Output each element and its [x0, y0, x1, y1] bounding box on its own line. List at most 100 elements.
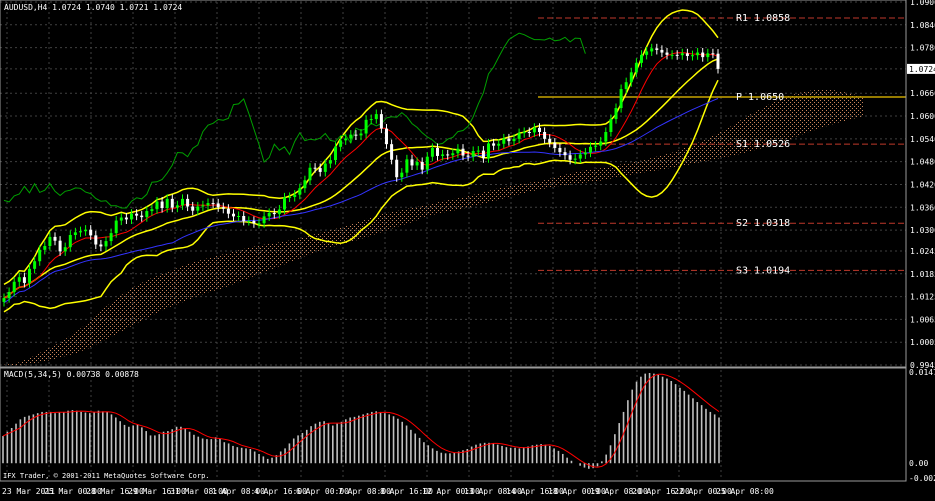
price-tick-label: 1.0245 [910, 247, 935, 256]
price-tick-label: 1.0065 [910, 315, 935, 324]
candle-body [150, 209, 154, 212]
candle-body [328, 160, 332, 164]
macd-tick-label: 0.00 [909, 459, 928, 468]
candle-body [33, 261, 37, 269]
candle-body [451, 153, 455, 156]
candle-body [369, 119, 373, 121]
candle-body [53, 236, 57, 241]
candle-body [538, 127, 541, 132]
candle-body [680, 53, 684, 56]
candle-body [196, 206, 200, 211]
candle-body [58, 240, 62, 252]
candle-body [2, 298, 6, 302]
candle-body [532, 127, 536, 133]
price-tick-label: 1.0005 [910, 338, 935, 347]
candle-body [323, 163, 327, 172]
candle-body [481, 150, 485, 159]
time-axis: 23 Mar 201125 Mar 00:0028 Mar 16:0029 Ma… [2, 487, 774, 496]
candle-body [28, 268, 31, 283]
candle-body [272, 212, 276, 215]
candle-body [364, 119, 368, 134]
candle-body [226, 208, 230, 214]
candle-body [640, 54, 643, 63]
candle-body [298, 188, 302, 195]
price-tick-label: 1.0480 [910, 158, 935, 167]
candle-body [186, 198, 190, 207]
price-tick-label: 1.0420 [910, 180, 935, 189]
candle-body [211, 203, 215, 205]
candle-body [594, 145, 598, 147]
candle-body [395, 159, 399, 178]
candle-body [63, 247, 67, 252]
pivot-label-p: P 1.0650 [736, 92, 784, 103]
candle-body [73, 232, 77, 236]
price-tick-label: 1.0780 [910, 44, 935, 53]
candle-body [543, 131, 547, 139]
candle-body [390, 144, 394, 160]
candle-body [589, 146, 592, 153]
price-tick-label: 1.0900 [910, 0, 935, 7]
candle-body [257, 223, 261, 225]
current-price-label: 1.0724 [909, 65, 935, 74]
candle-body [476, 150, 480, 152]
candle-body [114, 220, 118, 234]
candle-body [99, 244, 103, 247]
candle-body [277, 209, 281, 215]
candle-body [221, 207, 225, 209]
candle-body [578, 154, 582, 159]
candle-body [124, 217, 128, 220]
candle-body [374, 114, 378, 120]
candle-body [563, 152, 567, 156]
candle-body [84, 229, 88, 232]
candle-body [48, 236, 52, 247]
candle-body [119, 217, 123, 221]
candle-body [283, 197, 286, 210]
candle-body [68, 235, 72, 248]
candle-body [181, 198, 184, 206]
candle-body [165, 198, 169, 209]
candle-body [685, 53, 689, 56]
candle-body [267, 212, 271, 217]
copyright-footer: IFX Trader, © 2001-2011 MetaQuotes Softw… [3, 472, 210, 480]
candle-body [614, 108, 618, 120]
candle-body [140, 215, 144, 218]
pivot-label-s1: S1 1.0526 [736, 139, 790, 150]
candle-body [487, 143, 490, 159]
candle-body [242, 215, 246, 221]
candle-body [38, 249, 42, 262]
chart-window: R1 1.0858 P 1.0650 S1 1.0526 S2 1.0318 S3 1.… [0, 0, 935, 497]
price-tick-label: 1.0185 [910, 270, 935, 279]
candle-body [293, 194, 297, 197]
candle-body [629, 72, 633, 83]
candle-body [512, 138, 516, 142]
candle-body [400, 172, 404, 178]
price-tick-label: 1.0360 [910, 203, 935, 212]
candle-body [17, 277, 21, 282]
trading-chart[interactable]: R1 1.0858 P 1.0650 S1 1.0526 S2 1.0318 S3 1.… [0, 0, 935, 497]
candle-body [109, 233, 113, 242]
pivot-label-s3: S3 1.0194 [736, 265, 790, 276]
candle-body [334, 146, 337, 161]
candle-body [670, 54, 674, 56]
chart-background [0, 0, 935, 497]
candle-body [665, 52, 669, 55]
candle-body [711, 53, 715, 55]
candle-body [252, 220, 256, 224]
candle-body [619, 89, 623, 109]
candle-body [517, 133, 521, 139]
candle-body [507, 138, 511, 142]
candle-body [497, 143, 501, 146]
candle-body [634, 62, 638, 73]
candle-body [160, 201, 164, 209]
candle-body [558, 147, 562, 153]
candle-body [379, 114, 383, 129]
candle-body [339, 140, 343, 147]
candle-body [359, 133, 363, 136]
macd-tick-label: 0.01476 [909, 368, 935, 377]
candle-body [599, 141, 603, 146]
candle-body [354, 134, 358, 136]
candle-body [191, 206, 195, 211]
price-tick-label: 1.0125 [910, 293, 935, 302]
candle-body [430, 147, 434, 157]
candle-body [313, 167, 317, 169]
